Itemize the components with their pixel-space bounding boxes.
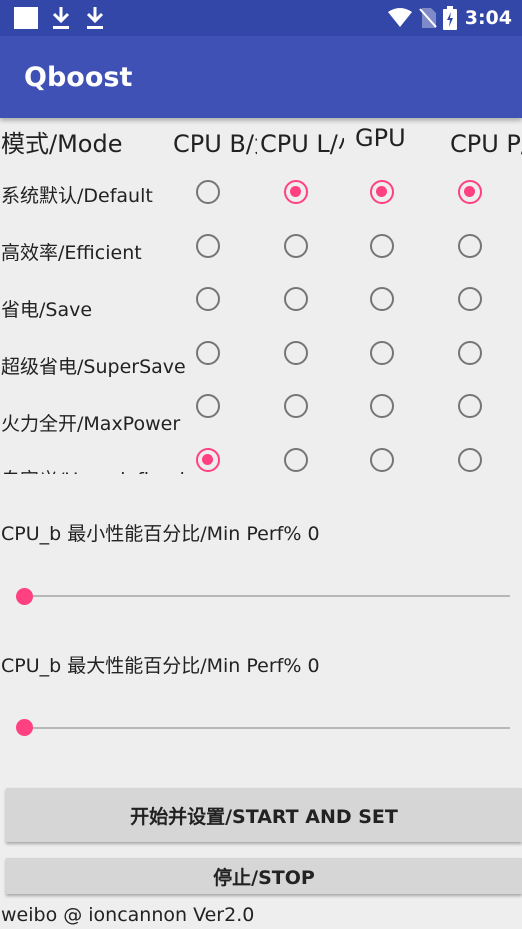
download-icon	[51, 4, 71, 32]
radio-supersave-gpu[interactable]	[370, 341, 394, 365]
mode-label-efficient: 高效率/Efficient	[1, 242, 142, 264]
notification-square-icon	[14, 7, 38, 29]
no-sim-icon	[418, 8, 437, 28]
min-perf-slider-track[interactable]	[24, 595, 510, 597]
mode-label-supersave: 超级省电/SuperSave	[1, 356, 186, 378]
radio-default-cpu-prime[interactable]	[458, 180, 482, 204]
radio-efficient-cpu-little[interactable]	[284, 234, 308, 258]
footer-credit: weibo @ ioncannon Ver2.0	[1, 904, 255, 926]
status-bar: 3:04	[0, 0, 522, 36]
radio-supersave-cpu-little[interactable]	[284, 341, 308, 365]
radio-default-cpu-little[interactable]	[284, 180, 308, 204]
mode-label-maxpower: 火力全开/MaxPower	[1, 413, 181, 435]
max-perf-slider-track[interactable]	[24, 727, 510, 729]
radio-user-defined-cpu-little[interactable]	[284, 448, 308, 472]
radio-user-defined-gpu[interactable]	[370, 448, 394, 472]
max-perf-label: CPU_b 最大性能百分比/Min Perf% 0	[1, 655, 320, 677]
column-header-gpu: GPU	[355, 124, 406, 152]
radio-user-defined-cpu-prime[interactable]	[458, 448, 482, 472]
radio-save-gpu[interactable]	[370, 287, 394, 311]
wifi-icon	[387, 8, 412, 27]
radio-maxpower-cpu-little[interactable]	[284, 394, 308, 418]
mode-table: 系统默认/Default 高效率/Efficient 省电/Save 超级省电/…	[0, 158, 522, 474]
radio-default-gpu[interactable]	[370, 180, 394, 204]
app-title: Qboost	[24, 62, 133, 93]
mode-label-default: 系统默认/Default	[1, 185, 153, 207]
radio-efficient-gpu[interactable]	[370, 234, 394, 258]
stop-button[interactable]: 停止/STOP	[6, 858, 522, 894]
max-perf-slider-thumb[interactable]	[15, 719, 33, 736]
radio-default-cpu-big[interactable]	[196, 180, 220, 204]
download-icon	[85, 4, 105, 32]
radio-supersave-cpu-prime[interactable]	[458, 341, 482, 365]
radio-efficient-cpu-prime[interactable]	[458, 234, 482, 258]
column-header-cpu-big: CPU B/大核	[173, 130, 257, 158]
mode-label-save: 省电/Save	[1, 299, 93, 321]
clock-time: 3:04	[464, 7, 512, 29]
radio-save-cpu-prime[interactable]	[458, 287, 482, 311]
start-and-set-button[interactable]: 开始并设置/START AND SET	[6, 788, 522, 842]
radio-user-defined-cpu-big[interactable]	[196, 448, 220, 472]
radio-save-cpu-little[interactable]	[284, 287, 308, 311]
min-perf-slider-thumb[interactable]	[15, 588, 33, 605]
main-content: 模式/Mode CPU B/大核 CPU L/小核 GPU CPU P/超核 系…	[0, 118, 522, 929]
radio-maxpower-cpu-big[interactable]	[196, 394, 220, 418]
column-header-mode: 模式/Mode	[1, 130, 123, 158]
radio-save-cpu-big[interactable]	[196, 287, 220, 311]
column-header-cpu-prime: CPU P/超核	[450, 130, 522, 158]
radio-efficient-cpu-big[interactable]	[196, 234, 220, 258]
app-bar: Qboost	[0, 36, 522, 118]
radio-maxpower-gpu[interactable]	[370, 394, 394, 418]
min-perf-label: CPU_b 最小性能百分比/Min Perf% 0	[1, 523, 320, 545]
column-header-cpu-little: CPU L/小核	[260, 130, 344, 158]
mode-label-user-defined: 自定义/User-defined	[1, 465, 185, 474]
radio-supersave-cpu-big[interactable]	[196, 341, 220, 365]
radio-maxpower-cpu-prime[interactable]	[458, 394, 482, 418]
battery-charging-icon	[442, 6, 457, 30]
